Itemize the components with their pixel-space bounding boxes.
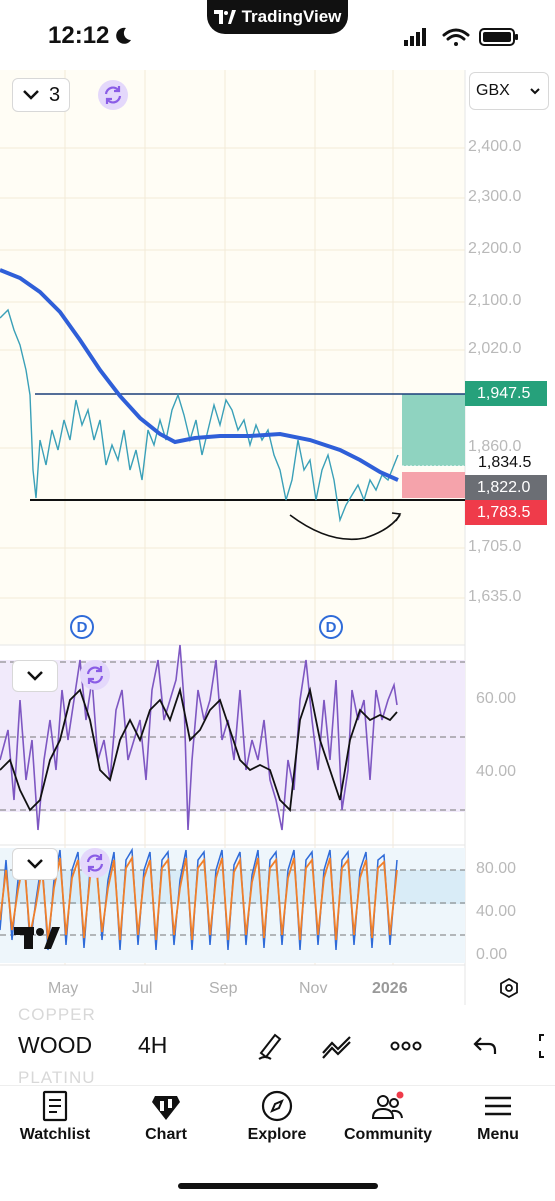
- rsi-sync-button[interactable]: [80, 660, 110, 690]
- app-pill-label: TradingView: [241, 7, 342, 26]
- stoch-axis-label: 0.00: [476, 946, 508, 963]
- sync-icon: [86, 666, 104, 684]
- price-axis-label: 2,200.0: [468, 240, 522, 257]
- chevron-down-icon: [530, 87, 540, 94]
- sync-icon: [104, 86, 122, 104]
- undo-icon: [473, 1037, 497, 1054]
- time-axis-label: Jul: [132, 980, 153, 997]
- pen-icon: [258, 1033, 282, 1060]
- nav-label: Chart: [145, 1126, 187, 1143]
- price-axis-label: 2,020.0: [468, 340, 522, 357]
- sync-icon: [86, 854, 104, 872]
- rsi-axis-label: 60.00: [476, 690, 517, 707]
- time-axis-label: May: [48, 980, 79, 997]
- wifi-icon: [442, 28, 470, 46]
- drawing-tools-button[interactable]: [252, 1028, 288, 1064]
- watchlist-icon: [42, 1090, 68, 1122]
- time-axis-label: Sep: [209, 980, 238, 997]
- more-options-button[interactable]: [388, 1028, 424, 1064]
- stoch-pane-toggle[interactable]: [12, 848, 58, 880]
- status-time: 12:12: [48, 22, 110, 49]
- stop-price-tag: 1,783.5: [465, 500, 547, 525]
- sync-button[interactable]: [98, 80, 128, 110]
- fullscreen-icon: [539, 1034, 544, 1058]
- stoch-axis-label: 40.00: [476, 903, 517, 920]
- indicators-icon: [322, 1036, 351, 1059]
- nav-label: Watchlist: [19, 1126, 91, 1143]
- layout-selector[interactable]: 3: [12, 78, 70, 112]
- indicators-button[interactable]: [319, 1028, 355, 1064]
- community-icon: [371, 1091, 404, 1119]
- fullscreen-button[interactable]: [530, 1028, 555, 1064]
- nav-label: Explore: [247, 1126, 307, 1143]
- time-axis-label: Nov: [299, 980, 328, 997]
- layout-count: 3: [49, 83, 61, 106]
- status-icons: [404, 28, 518, 46]
- target-price-tag: 1,947.5: [465, 381, 547, 406]
- currency-selector[interactable]: GBX: [469, 72, 549, 110]
- signal-icon: [404, 28, 426, 46]
- profit-zone: [402, 394, 465, 466]
- symbol-picker[interactable]: WOOD: [18, 1032, 92, 1059]
- more-dots-icon: [390, 1041, 422, 1051]
- home-indicator: [178, 1183, 378, 1189]
- price-axis-label: 1,635.0: [468, 588, 522, 605]
- chevron-down-icon: [27, 859, 43, 869]
- price-axis-label: 1,705.0: [468, 538, 522, 555]
- nav-explore[interactable]: Explore: [222, 1090, 332, 1144]
- price-axis-label: 2,100.0: [468, 292, 522, 309]
- status-bar: 12:12 TradingView: [0, 0, 555, 70]
- price-axis-label: 2,300.0: [468, 188, 522, 205]
- settings-hexagon-icon[interactable]: [498, 977, 520, 999]
- stoch-sync-button[interactable]: [80, 848, 110, 878]
- interval-picker[interactable]: 4H: [138, 1032, 167, 1059]
- rsi-axis-label: 40.00: [476, 763, 517, 780]
- battery-icon: [479, 28, 518, 46]
- chevron-down-icon: [23, 90, 39, 100]
- nav-chart[interactable]: Chart: [111, 1090, 221, 1144]
- undo-button[interactable]: [468, 1028, 504, 1064]
- chart-icon: [152, 1096, 180, 1120]
- nav-watchlist[interactable]: Watchlist: [0, 1090, 110, 1144]
- current-price-label: 1,834.5: [478, 454, 532, 471]
- stoch-axis-label: 80.00: [476, 860, 517, 877]
- app-pill: TradingView: [207, 0, 348, 34]
- time-axis-label: 2026: [372, 980, 408, 997]
- nav-label: Menu: [477, 1126, 519, 1143]
- dividend-marker[interactable]: D: [70, 615, 94, 639]
- nav-menu[interactable]: Menu: [443, 1090, 553, 1144]
- nav-community[interactable]: Community: [333, 1090, 443, 1144]
- last-price-tag: 1,822.0: [465, 475, 547, 500]
- menu-icon: [485, 1096, 511, 1116]
- price-axis-label: 2,400.0: [468, 138, 522, 155]
- rsi-pane-toggle[interactable]: [12, 660, 58, 692]
- loss-zone: [402, 472, 465, 498]
- chevron-down-icon: [27, 671, 43, 681]
- currency-label: GBX: [476, 82, 510, 99]
- moon-icon: [116, 27, 131, 44]
- ghost-symbol-above: COPPER: [18, 1005, 96, 1024]
- dividend-marker[interactable]: D: [319, 615, 343, 639]
- tradingview-logo-icon: [213, 10, 236, 24]
- compass-icon: [261, 1090, 293, 1122]
- nav-label: Community: [344, 1126, 432, 1143]
